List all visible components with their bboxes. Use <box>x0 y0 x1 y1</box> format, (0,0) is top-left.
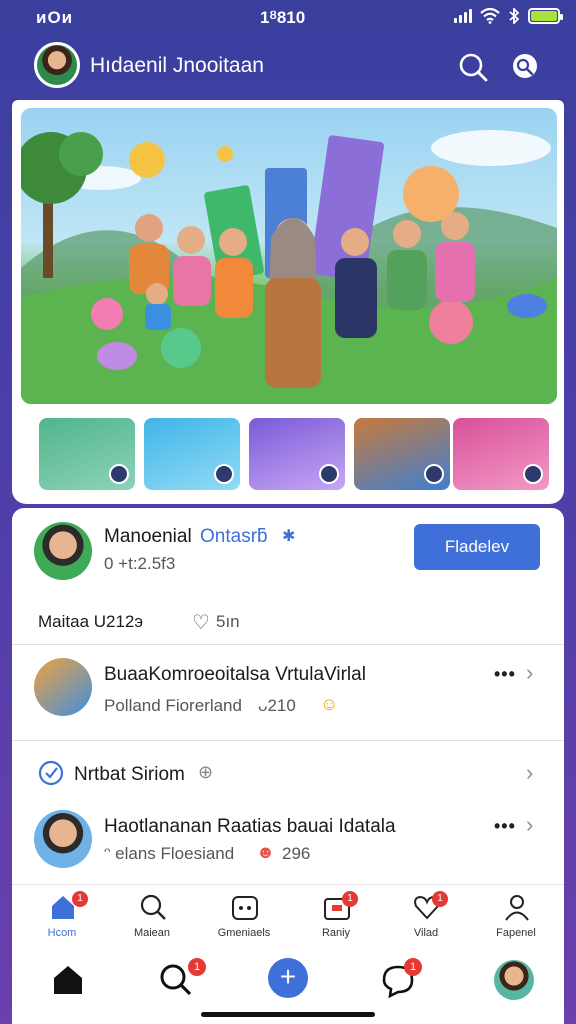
tab-search[interactable]: Maiean <box>106 885 198 947</box>
status-icons <box>454 8 563 24</box>
more-options-icon[interactable]: ••• <box>494 816 516 837</box>
list-item-title: Nrtbat Siriom <box>74 764 185 785</box>
tab-label: Fapenel <box>496 927 536 939</box>
creator-name: Manoenial <box>104 526 192 547</box>
home-indicator <box>201 1012 375 1017</box>
chevron-right-icon[interactable]: › <box>526 760 533 786</box>
divider <box>12 644 564 645</box>
more-options-icon[interactable]: ••• <box>494 664 516 685</box>
tab-home[interactable]: 1 Hcom <box>16 885 108 947</box>
tab-label: Maiean <box>133 927 171 939</box>
details-panel: Manoenial Ontasrƃ ✱ 0 +t:2.5f3 Fladelev … <box>12 508 564 888</box>
search-icon[interactable] <box>456 50 490 84</box>
home-icon[interactable] <box>48 960 88 1000</box>
list-item-thumbnail <box>34 658 92 716</box>
thumbnail-video-1[interactable] <box>39 418 135 490</box>
chevron-right-icon[interactable]: › <box>526 812 533 838</box>
list-item[interactable]: Nrtbat Siriom ⊕ › <box>12 742 564 806</box>
list-item-count: 296 <box>282 844 311 863</box>
search-icon <box>140 894 166 920</box>
featured-card <box>12 100 564 504</box>
tab-label: Gmeniaels <box>217 927 271 939</box>
list-item[interactable]: BuaaKomroeoitalsa VrtulaVirlal Polland F… <box>12 646 564 740</box>
notification-badge: 1 <box>432 891 448 907</box>
video-icon <box>109 464 129 484</box>
notification-badge: 1 <box>404 958 422 976</box>
creator-avatar[interactable] <box>34 522 92 580</box>
clock-check-icon <box>38 760 64 786</box>
tab-inbox[interactable]: 1 Raniy <box>290 885 382 947</box>
verified-icon: ✱ <box>282 528 296 545</box>
list-item-title: Haotlananan Raatias bauai Idatala <box>104 816 396 837</box>
notification-badge: 1 <box>188 958 206 976</box>
carrier-label: ᴎOᴎ <box>36 8 74 27</box>
video-icon <box>214 464 234 484</box>
like-count: 5ın <box>216 612 240 631</box>
list-item-title: BuaaKomroeoitalsa VrtulaVirlal <box>104 664 366 685</box>
game-controller-icon <box>232 896 258 920</box>
create-post-icon[interactable]: + <box>268 958 308 998</box>
follow-button[interactable]: Fladelev <box>414 524 540 570</box>
tab-label: Raniy <box>321 927 351 939</box>
battery-icon <box>528 8 563 24</box>
profile-avatar[interactable] <box>494 960 534 1000</box>
bluetooth-icon <box>509 8 520 24</box>
list-item-thumbnail <box>34 810 92 868</box>
info-icon: ⊕ <box>198 762 214 782</box>
video-icon <box>424 464 444 484</box>
emoji-icon: ☻ <box>256 842 275 862</box>
thumbnail-video-3[interactable] <box>249 418 345 490</box>
thumbnail-strip <box>39 418 576 492</box>
hero-banner-image[interactable] <box>21 108 557 404</box>
list-item-subtitle: Polland Fiorerland <box>104 696 242 715</box>
meta-row: Maitaa U212э ♡ 5ın <box>12 608 564 648</box>
heart-outline-icon[interactable]: ♡ <box>192 610 210 635</box>
notification-badge: 1 <box>342 891 358 907</box>
meta-label: Maitaa U212э <box>38 612 144 631</box>
creator-stats: 0 +t:2.5f3 <box>104 554 176 573</box>
chevron-right-icon[interactable]: › <box>526 660 533 686</box>
tab-liked[interactable]: 1 Vilad <box>380 885 472 947</box>
clock: 1ᴽ810 <box>260 8 306 27</box>
creator-row: Manoenial Ontasrƃ ✱ 0 +t:2.5f3 Fladelev <box>12 508 564 608</box>
tab-games[interactable]: Gmeniaels <box>198 885 290 947</box>
profile-avatar[interactable] <box>34 42 80 88</box>
tab-label: Hcom <box>47 927 77 939</box>
notification-badge: 1 <box>72 891 88 907</box>
page-title: Hıdaenil Jnooitaan <box>90 54 264 77</box>
thumbnail-video-4[interactable] <box>354 418 450 490</box>
wifi-icon <box>480 8 500 24</box>
hero-illustration <box>21 130 557 404</box>
tab-label: Vilad <box>413 927 439 939</box>
tab-profile[interactable]: Fapenel <box>470 885 562 947</box>
app-bar: Hıdaenil Jnooitaan <box>0 36 576 100</box>
emoji-icon: ☺ <box>320 694 339 714</box>
thumbnail-video-2[interactable] <box>144 418 240 490</box>
signal-icon <box>454 9 472 23</box>
list-item-count: ᴗ210 <box>258 696 296 715</box>
creator-tag: Ontasrƃ <box>200 526 268 547</box>
tab-bar: 1 Hcom Maiean Gmeniaels 1 Raniy 1 Vilad … <box>12 884 564 946</box>
video-icon <box>319 464 339 484</box>
video-icon <box>523 464 543 484</box>
chat-search-icon[interactable] <box>508 50 542 84</box>
thumbnail-video-5[interactable] <box>453 418 549 490</box>
profile-icon <box>505 895 529 921</box>
divider <box>12 740 564 741</box>
status-bar: ᴎOᴎ 1ᴽ810 <box>0 0 576 36</box>
list-item-subtitle: ᵔ elans Floesiand <box>104 844 235 863</box>
list-item[interactable]: Haotlananan Raatias bauai Idatala ᵔ elan… <box>12 806 564 888</box>
